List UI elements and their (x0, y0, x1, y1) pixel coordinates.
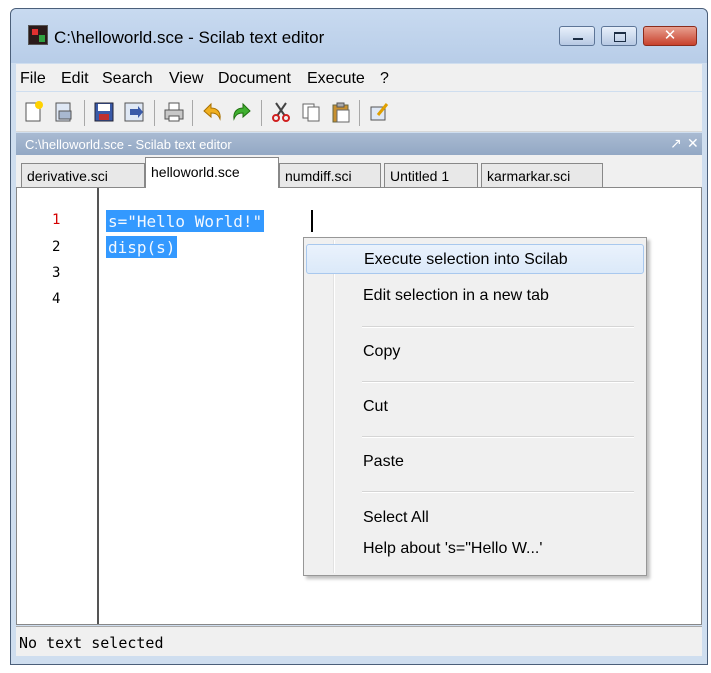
save-as-icon[interactable] (122, 100, 146, 124)
toolbar (16, 92, 702, 132)
menu-edit[interactable]: Edit (61, 70, 89, 88)
maximize-button[interactable] (601, 26, 637, 46)
tab-derivative[interactable]: derivative.sci (21, 163, 145, 187)
menu-separator (362, 326, 634, 328)
line-number: 1 (52, 212, 61, 228)
menu-item-label: Cut (363, 398, 388, 415)
execute-selection-menu-item[interactable]: Execute selection into Scilab (306, 244, 644, 274)
document-title: C:\helloworld.sce - Scilab text editor (25, 137, 232, 152)
status-bar: No text selected (16, 626, 702, 656)
toolbar-separator (261, 100, 262, 126)
line-number: 3 (52, 265, 61, 281)
text-caret (311, 210, 313, 232)
minimize-icon (560, 27, 594, 45)
toolbar-separator (192, 100, 193, 126)
menu-view[interactable]: View (169, 70, 203, 88)
line-number: 2 (52, 239, 61, 255)
undo-icon[interactable] (200, 100, 224, 124)
line-number: 4 (52, 291, 61, 307)
toolbar-separator (84, 100, 85, 126)
paste-icon[interactable] (329, 100, 353, 124)
status-text: No text selected (19, 634, 164, 652)
menu-help[interactable]: ? (380, 70, 389, 88)
toolbar-separator (359, 100, 360, 126)
line-number-gutter: 1 2 3 4 (17, 188, 99, 624)
toolbar-separator (154, 100, 155, 126)
edit-selection-new-tab-menu-item[interactable]: Edit selection in a new tab (306, 281, 644, 311)
document-title-bar: C:\helloworld.sce - Scilab text editor ↗… (16, 133, 702, 155)
close-document-icon[interactable]: ✕ (687, 135, 699, 152)
copy-icon[interactable] (299, 100, 323, 124)
menu-file[interactable]: File (20, 70, 46, 88)
title-bar[interactable]: C:\helloworld.sce - Scilab text editor ✕ (11, 9, 707, 63)
print-icon[interactable] (162, 100, 186, 124)
code-line[interactable]: disp(s) (106, 236, 178, 258)
save-icon[interactable] (92, 100, 116, 124)
menu-separator (362, 381, 634, 383)
menu-separator (362, 491, 634, 493)
undock-icon[interactable]: ↗ (670, 135, 682, 152)
cut-icon[interactable] (269, 100, 293, 124)
select-all-menu-item[interactable]: Select All (306, 503, 644, 533)
menu-separator (362, 436, 634, 438)
tab-untitled[interactable]: Untitled 1 (384, 163, 478, 187)
window-title: C:\helloworld.sce - Scilab text editor (54, 28, 325, 47)
menu-search[interactable]: Search (102, 70, 153, 88)
menu-item-label: Help about 's="Hello W...' (363, 540, 543, 557)
minimize-button[interactable] (559, 26, 595, 46)
help-about-menu-item[interactable]: Help about 's="Hello W...' (306, 534, 644, 564)
file-tabs: derivative.sci helloworld.sce numdiff.sc… (16, 155, 702, 188)
scilab-app-icon (28, 25, 48, 45)
menu-execute[interactable]: Execute (307, 70, 365, 88)
menu-item-label: Select All (363, 509, 429, 526)
menu-item-label: Copy (363, 343, 401, 360)
redo-icon[interactable] (230, 100, 254, 124)
close-button[interactable]: ✕ (643, 26, 697, 46)
execute-icon[interactable] (367, 100, 391, 124)
menu-document[interactable]: Document (218, 70, 291, 88)
close-icon: ✕ (663, 27, 677, 44)
open-file-icon[interactable] (52, 100, 76, 124)
code-line[interactable]: s="Hello World!" (106, 210, 265, 232)
paste-menu-item[interactable]: Paste (306, 447, 644, 477)
maximize-icon (602, 27, 636, 45)
menu-bar: File Edit Search View Document Execute ? (16, 64, 702, 91)
cut-menu-item[interactable]: Cut (306, 392, 644, 422)
copy-menu-item[interactable]: Copy (306, 337, 644, 367)
tab-numdiff[interactable]: numdiff.sci (279, 163, 381, 187)
new-file-icon[interactable] (22, 100, 46, 124)
tab-helloworld[interactable]: helloworld.sce (145, 157, 279, 188)
tab-karmarkar[interactable]: karmarkar.sci (481, 163, 603, 187)
menu-item-label: Execute selection into Scilab (364, 251, 568, 268)
context-menu: Execute selection into Scilab Edit selec… (303, 237, 647, 576)
menu-item-label: Edit selection in a new tab (363, 287, 549, 304)
menu-item-label: Paste (363, 453, 404, 470)
